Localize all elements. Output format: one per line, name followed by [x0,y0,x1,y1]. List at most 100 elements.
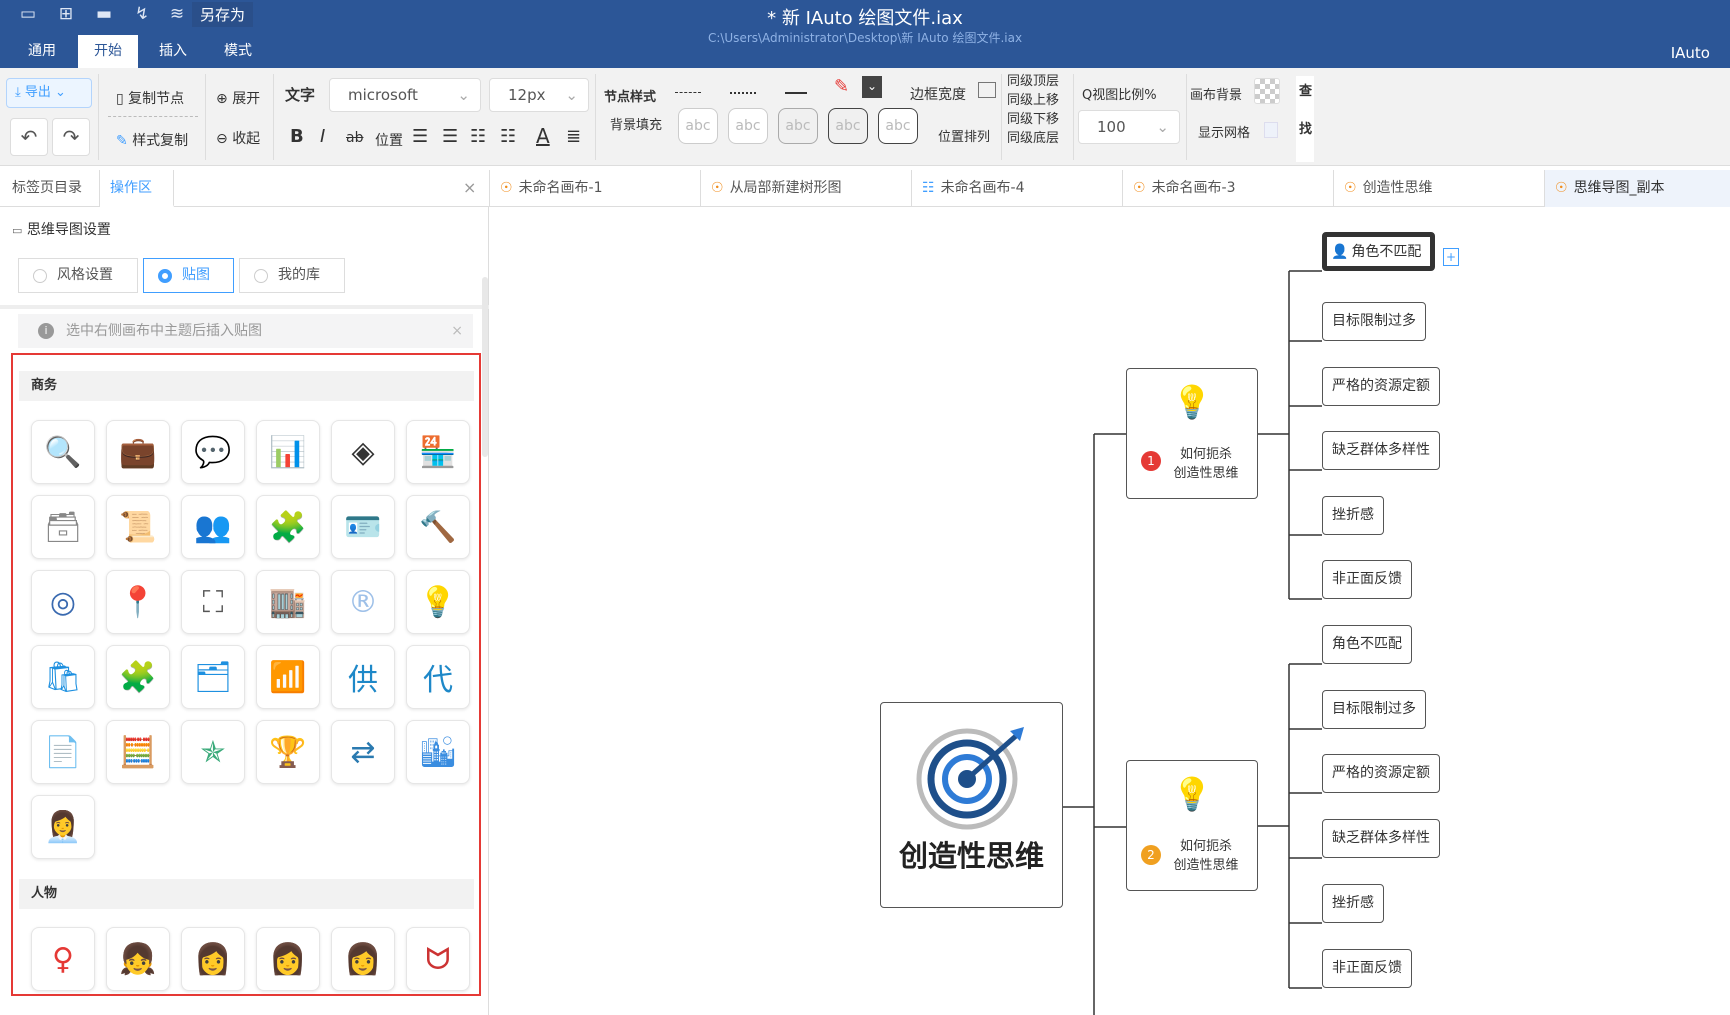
italic-button[interactable]: I [320,126,325,147]
cashbox-icon[interactable]: 🗃 [31,495,95,559]
leaf-node[interactable]: 非正面反馈 [1322,560,1412,599]
woman-red-icon[interactable]: 👩 [181,927,245,991]
lightbulb-icon[interactable]: 💡 [406,570,470,634]
close-info-icon[interactable]: × [451,314,463,348]
menu-tab-general[interactable]: 通用 [12,35,72,68]
shop-icon[interactable]: 🏬 [256,570,320,634]
female-icon[interactable]: ♀ [31,927,95,991]
chat-icon[interactable]: 💬 [181,420,245,484]
radio-style-settings[interactable]: 风格设置 [18,258,138,293]
border-color-icon[interactable]: ✎ [834,76,849,97]
bar-chart-icon[interactable]: 📶 [256,645,320,709]
sub-node[interactable]: 💡 1 如何扼杀 创造性思维 [1126,368,1258,499]
menu-tab-start[interactable]: 开始 [78,35,138,68]
close-panel-icon[interactable]: × [463,178,476,197]
selected-leaf-node[interactable]: 👤 角色不匹配 [1322,232,1436,271]
doc-tab[interactable]: ☷ 未命名画布-4 [912,170,1123,207]
canvas-bg-picker[interactable] [1254,78,1280,104]
align-bottom-icon[interactable]: ☰ [442,126,458,147]
layer-top-button[interactable]: 同级顶层 [1007,72,1059,91]
puzzle-purple-icon[interactable]: 🧩 [106,645,170,709]
support-agent-icon[interactable]: 👩‍💼 [31,795,95,859]
fill-style-4[interactable]: abc [828,108,868,144]
font-color-button[interactable]: A [536,124,550,148]
layers-icon[interactable]: 🗂 [181,645,245,709]
leaf-node[interactable]: 挫折感 [1322,496,1384,535]
dotted-line-style[interactable] [730,92,756,94]
gavel-icon[interactable]: 🔨 [406,495,470,559]
award-icon[interactable]: 🏆 [256,720,320,784]
woman-dark-icon[interactable]: 👩 [331,927,395,991]
layer-up-button[interactable]: 同级上移 [1007,91,1059,110]
layer-down-button[interactable]: 同级下移 [1007,110,1059,129]
leaf-node[interactable]: 目标限制过多 [1322,690,1426,729]
menu-tab-insert[interactable]: 插入 [143,35,203,68]
export-button[interactable]: ⤓ 导出 ⌄ [6,78,92,108]
align-top-icon[interactable]: ☰ [412,126,428,147]
bold-button[interactable]: B [290,126,304,147]
layer-bottom-button[interactable]: 同级底层 [1007,129,1059,148]
search-report-icon[interactable]: 🔍 [31,420,95,484]
redo-icon[interactable]: ↷ [52,118,90,156]
copy-node-button[interactable]: ▯ 复制节点 [116,88,184,108]
undo-icon[interactable]: ↶ [10,118,48,156]
radio-my-library[interactable]: 我的库 [239,258,345,293]
style-copy-button[interactable]: ✎ 样式复制 [116,130,188,150]
align-left-icon[interactable]: ☷ [470,126,486,147]
root-node[interactable]: 创造性思维 [880,702,1063,908]
fill-style-3[interactable]: abc [778,108,818,144]
canvas[interactable]: 创造性思维 💡 1 如何扼杀 创造性思维 💡 2 如何扼杀 创造性思维 👤 角色不匹配 目标限制过… [489,207,1730,1015]
radio-stickers[interactable]: 贴图 [143,258,234,293]
team-icon[interactable]: 👥 [181,495,245,559]
puzzle-icon[interactable]: 🧩 [256,495,320,559]
leaf-node[interactable]: 缺乏群体多样性 [1322,819,1440,858]
girl-icon[interactable]: 👧 [106,927,170,991]
leaf-node[interactable]: 非正面反馈 [1322,949,1412,988]
panel-scrollbar[interactable] [482,277,488,457]
briefcase-icon[interactable]: 💼 [106,420,170,484]
expand-button[interactable]: ⊕ 展开 [216,88,260,108]
doc-tab[interactable]: ☉ 从局部新建树形图 [701,170,912,207]
position-arrange-button[interactable]: 位置排列 [938,126,990,145]
fill-style-5[interactable]: abc [878,108,918,144]
leaf-node[interactable]: 缺乏群体多样性 [1322,431,1440,470]
border-width-button[interactable]: 边框宽度 [910,84,966,104]
bra-icon[interactable]: ᗢ [406,927,470,991]
collapse-button[interactable]: ⊖ 收起 [216,128,260,148]
font-size-select[interactable]: 12px ⌄ [489,78,589,112]
color-dropdown-icon[interactable]: ⌄ [862,76,882,98]
chart-screen-icon[interactable]: 📊 [256,420,320,484]
supply-icon[interactable]: 供 [331,645,395,709]
line-spacing-icon[interactable]: ≣ [566,126,581,147]
document-icon[interactable]: 📄 [31,720,95,784]
tab-operation[interactable]: 操作区 [100,170,174,207]
strikethrough-button[interactable]: ab [346,130,363,146]
eraser-icon[interactable]: ◈ [331,420,395,484]
shopping-bag-icon[interactable]: 🛍 [31,645,95,709]
hand-card-icon[interactable]: 🪪 [331,495,395,559]
align-right-icon[interactable]: ☷ [500,126,516,147]
leaf-node[interactable]: 挫折感 [1322,884,1384,923]
scan-icon[interactable]: ⛶ [181,570,245,634]
leaf-node[interactable]: 角色不匹配 [1322,625,1412,664]
doc-tab[interactable]: ☉ 未命名画布-1 [490,170,701,207]
calculator-icon[interactable]: 🧮 [106,720,170,784]
city-icon[interactable]: 🏙 [406,720,470,784]
leaf-node[interactable]: 目标限制过多 [1322,302,1426,341]
location-icon[interactable]: 📍 [106,570,170,634]
show-grid-checkbox[interactable] [1264,122,1278,138]
fill-style-2[interactable]: abc [728,108,768,144]
border-width-icon[interactable] [978,82,996,98]
sub-node[interactable]: 💡 2 如何扼杀 创造性思维 [1126,760,1258,891]
store-icon[interactable]: 🏪 [406,420,470,484]
solid-line-style[interactable] [785,92,807,94]
fill-style-1[interactable]: abc [678,108,718,144]
exchange-icon[interactable]: ⇄ [331,720,395,784]
agent-icon[interactable]: 代 [406,645,470,709]
menu-tab-mode[interactable]: 模式 [208,35,268,68]
find-button[interactable]: 查 找 [1296,76,1314,162]
target-icon[interactable]: ◎ [31,570,95,634]
tab-bookmarks[interactable]: 标签页目录 [0,170,100,207]
dashed-line-style[interactable] [675,92,701,93]
star-icon[interactable]: ✯ [181,720,245,784]
